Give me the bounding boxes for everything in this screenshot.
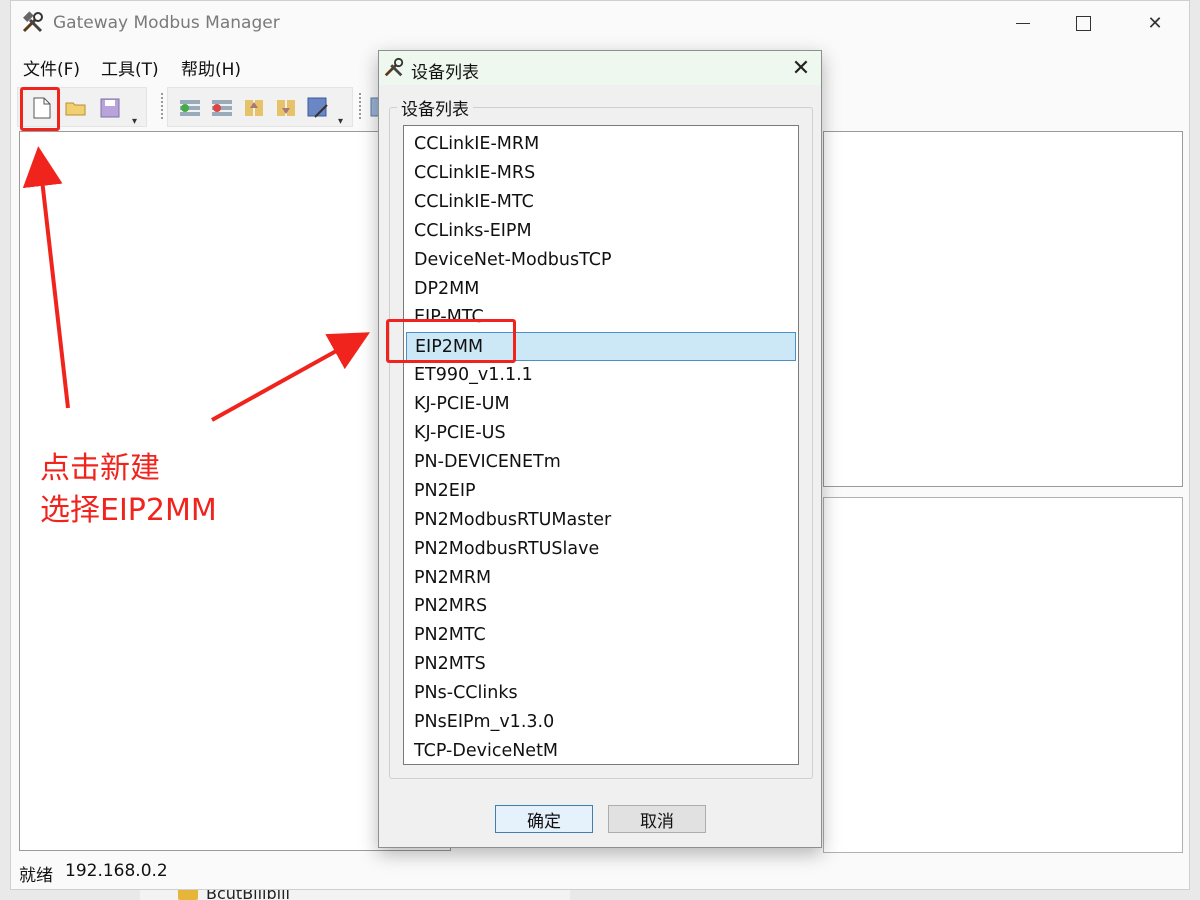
- device-list-item[interactable]: CCLinkIE-MRM: [406, 130, 796, 159]
- device-list-item[interactable]: DP2MM: [406, 275, 796, 304]
- annotation-highlight-eip2mm: [386, 319, 516, 363]
- toolbar-dropdown-1[interactable]: ▾: [132, 116, 137, 127]
- device-list-item[interactable]: PN2EIP: [406, 477, 796, 506]
- device-list-dialog: 设备列表 ✕ 设备列表 CCLinkIE-MRM CCLinkIE-MRS CCLi…: [378, 50, 822, 848]
- groupbox-label: 设备列表: [397, 95, 473, 120]
- device-list-item[interactable]: PN2ModbusRTUSlave: [406, 535, 796, 564]
- device-list-item[interactable]: PN2MRS: [406, 592, 796, 621]
- device-list-item[interactable]: PNsEIPm_v1.3.0: [406, 708, 796, 737]
- device-list-item[interactable]: CCLinkIE-MTC: [406, 188, 796, 217]
- device-list-item[interactable]: TCP-DeviceNetM: [406, 737, 796, 764]
- status-ip: 192.168.0.2: [65, 861, 168, 881]
- menu-tools[interactable]: 工具(T): [101, 55, 159, 80]
- device-list-item[interactable]: CCLinks-EIPM: [406, 217, 796, 246]
- menu-file[interactable]: 文件(F): [23, 55, 80, 80]
- dialog-title-bar: 设备列表 ✕: [379, 51, 821, 85]
- minimize-button[interactable]: [999, 7, 1047, 39]
- device-list-item[interactable]: ET990_v1.1.1: [406, 361, 796, 390]
- maximize-button[interactable]: [1059, 7, 1107, 39]
- device-list-item[interactable]: KJ-PCIE-US: [406, 419, 796, 448]
- toolbar-separator: [161, 93, 163, 121]
- cancel-button[interactable]: 取消: [608, 805, 706, 833]
- annotation-highlight-new: [20, 87, 60, 131]
- window-title: Gateway Modbus Manager: [53, 13, 280, 33]
- device-list-item[interactable]: KJ-PCIE-UM: [406, 390, 796, 419]
- menu-help[interactable]: 帮助(H): [181, 55, 241, 80]
- screen: BcutBilibili Gateway Modbus Manager ✕ 文件…: [0, 0, 1200, 900]
- device-listbox[interactable]: CCLinkIE-MRM CCLinkIE-MRS CCLinkIE-MTC CCLi…: [403, 125, 799, 765]
- open-folder-icon[interactable]: [64, 96, 88, 120]
- toolbar-dropdown-2[interactable]: ▾: [338, 116, 343, 127]
- annotation-text-line2: 选择EIP2MM: [40, 493, 217, 528]
- title-bar: Gateway Modbus Manager ✕: [11, 1, 1189, 45]
- edit-icon[interactable]: [306, 96, 330, 120]
- device-list-item[interactable]: PNs-CClinks: [406, 679, 796, 708]
- device-list-item[interactable]: PN2MRM: [406, 564, 796, 593]
- device-list-item[interactable]: CCLinkIE-MRS: [406, 159, 796, 188]
- device-list-item[interactable]: PN2ModbusRTUMaster: [406, 506, 796, 535]
- device-list-item[interactable]: PN2MTS: [406, 650, 796, 679]
- save-icon[interactable]: [98, 96, 122, 120]
- output-pane[interactable]: [823, 497, 1183, 853]
- properties-pane[interactable]: [823, 131, 1183, 487]
- tools-icon: [384, 57, 404, 77]
- dialog-close-button[interactable]: ✕: [783, 53, 819, 83]
- close-button[interactable]: ✕: [1131, 7, 1179, 39]
- tools-icon: [22, 11, 43, 33]
- device-list-item[interactable]: PN-DEVICENETm: [406, 448, 796, 477]
- toolbar: ▾ ▾: [17, 87, 384, 127]
- status-bar: 就绪 192.168.0.2: [11, 857, 1189, 886]
- device-list-item[interactable]: PN2MTC: [406, 621, 796, 650]
- ok-button[interactable]: 确定: [495, 805, 593, 833]
- delete-row-icon[interactable]: [210, 96, 234, 120]
- upload-icon[interactable]: [242, 96, 266, 120]
- toolbar-separator-2: [359, 93, 361, 121]
- annotation-text-line1: 点击新建: [40, 451, 160, 486]
- device-list-item[interactable]: DeviceNet-ModbusTCP: [406, 246, 796, 275]
- add-row-icon[interactable]: [178, 96, 202, 120]
- download-icon[interactable]: [274, 96, 298, 120]
- dialog-title: 设备列表: [411, 63, 479, 83]
- status-text: 就绪: [19, 866, 53, 886]
- toolbar-group-edit: ▾: [167, 87, 353, 127]
